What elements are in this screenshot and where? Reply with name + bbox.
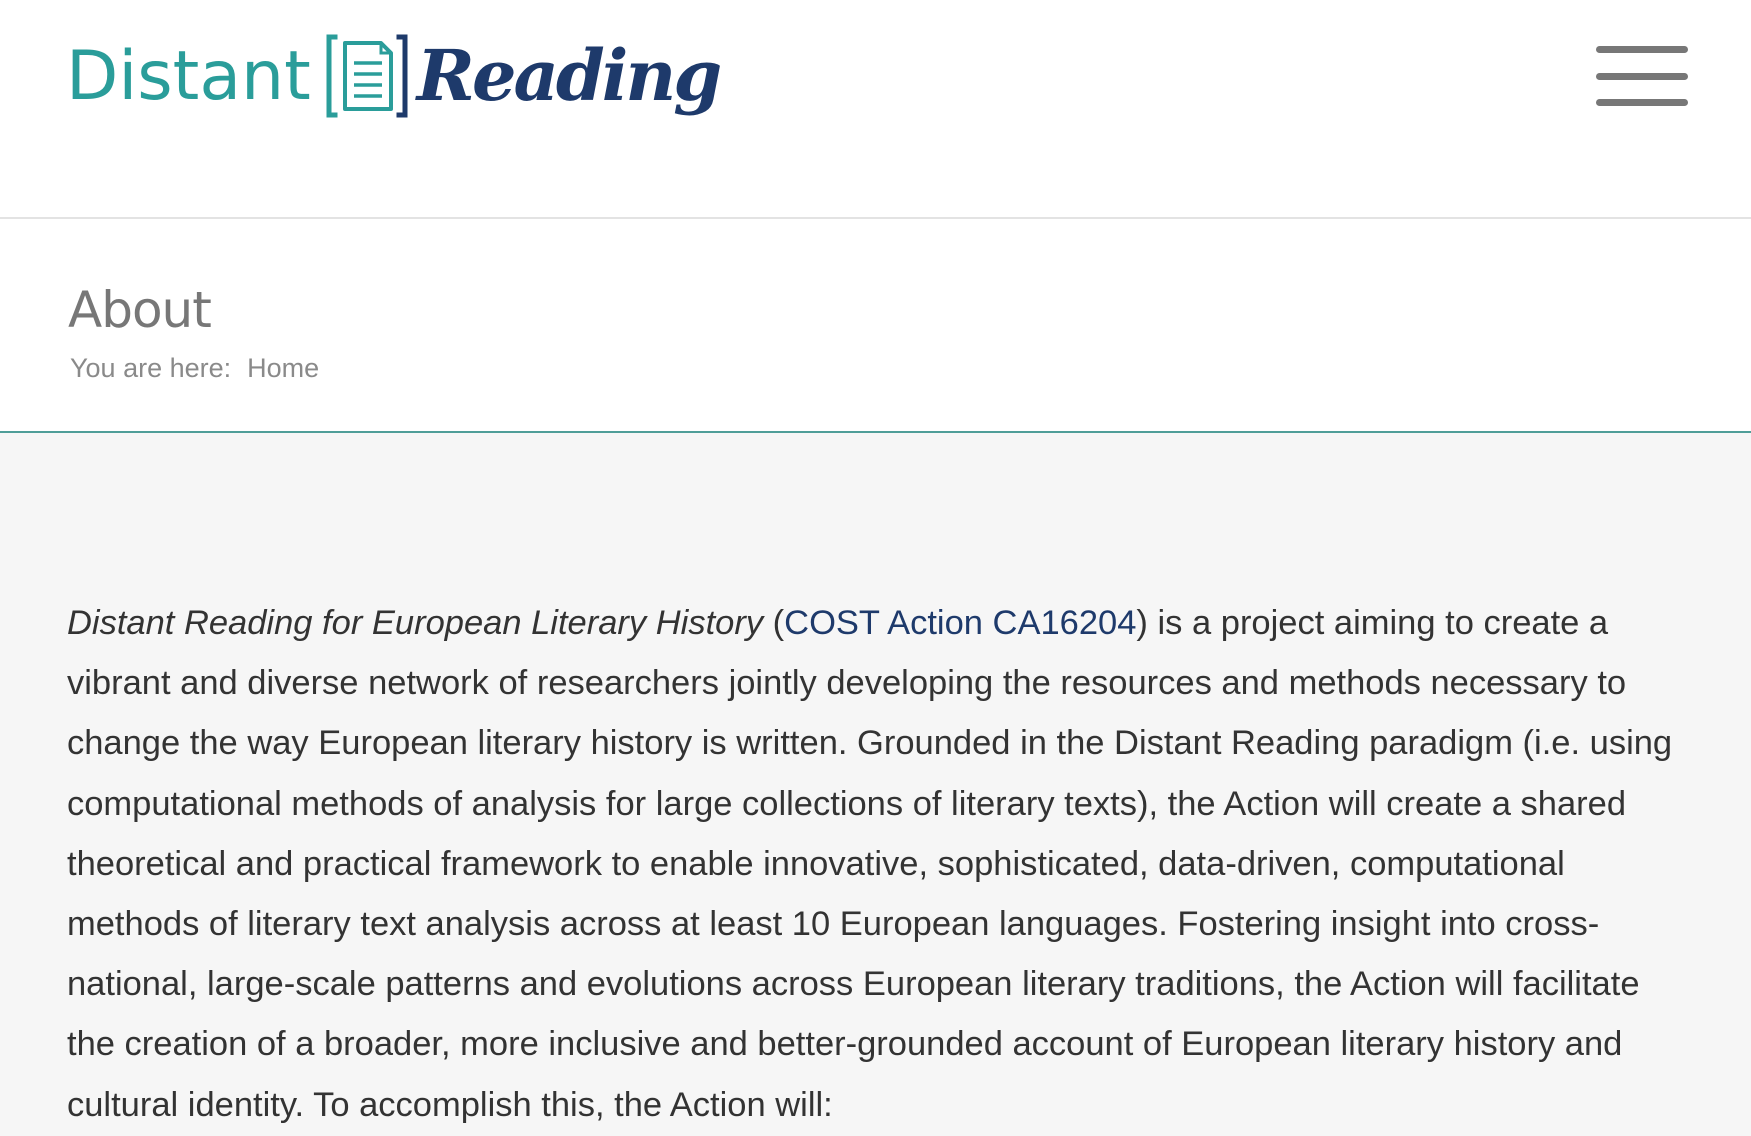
page-title: About: [68, 281, 212, 339]
intro-body-text: ) is a project aiming to create a vibran…: [67, 604, 1673, 1124]
logo-word-distant: Distant: [66, 36, 311, 116]
project-title: Distant Reading for European Literary Hi…: [67, 604, 764, 642]
document-bracket-icon: [325, 31, 409, 121]
hamburger-bar: [1596, 73, 1688, 80]
cost-action-link[interactable]: COST Action CA16204: [784, 604, 1136, 642]
logo-word-reading: Reading: [416, 33, 722, 117]
main-content: Distant Reading for European Literary Hi…: [0, 433, 1751, 1136]
intro-paragraph: Distant Reading for European Literary Hi…: [67, 593, 1687, 1135]
open-paren: (: [763, 604, 785, 642]
breadcrumb: You are here: Home: [70, 353, 319, 384]
breadcrumb-home-link[interactable]: Home: [247, 353, 319, 384]
site-logo[interactable]: Distant Reading: [66, 28, 722, 123]
hamburger-bar: [1596, 46, 1688, 53]
page-title-bar: About You are here: Home: [0, 219, 1751, 433]
site-header: Distant Reading: [0, 0, 1751, 219]
breadcrumb-label: You are here:: [70, 353, 232, 383]
hamburger-bar: [1596, 99, 1688, 106]
hamburger-menu-icon[interactable]: [1596, 44, 1692, 108]
